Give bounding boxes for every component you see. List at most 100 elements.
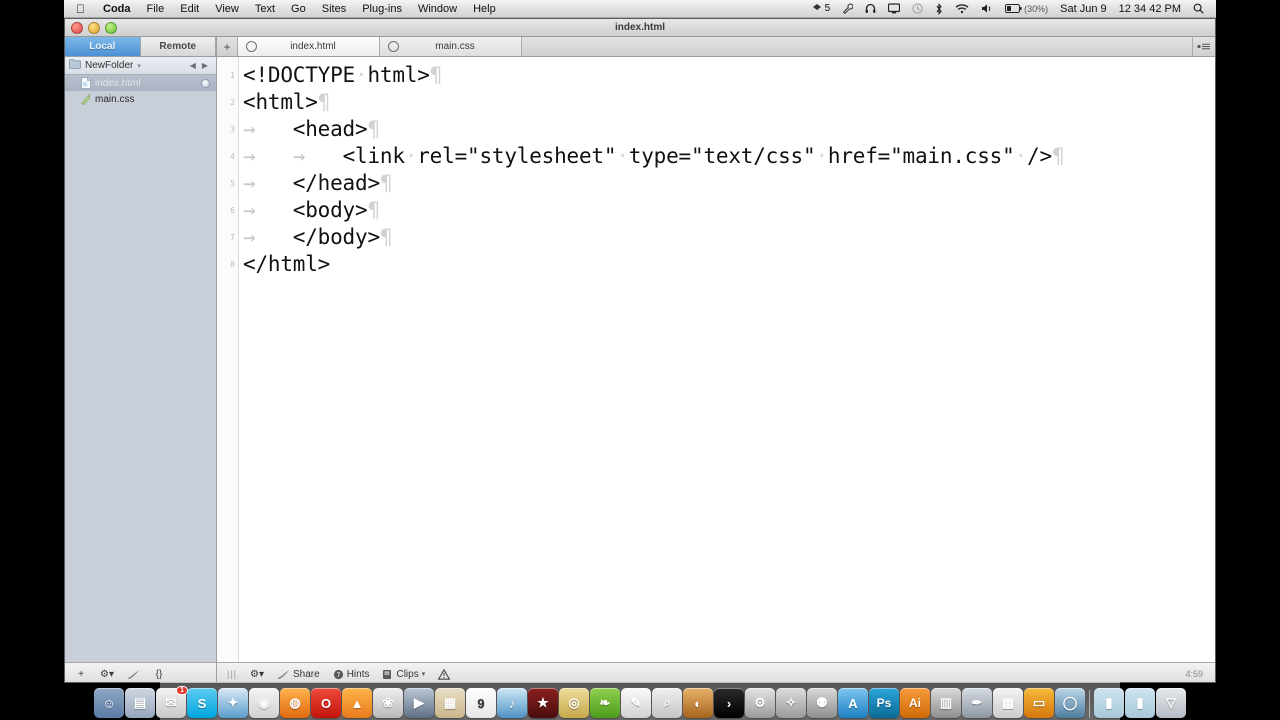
dock-item-imovie[interactable]: ★ [528, 688, 558, 718]
close-tab-icon[interactable] [246, 41, 257, 52]
dock-item-finder[interactable]: ☺ [94, 688, 124, 718]
code-text-area[interactable]: <!DOCTYPE·html>¶ <html>¶ → <head>¶ → → <lin… [239, 57, 1215, 662]
dock-item-downloads-stack[interactable]: ▮ [1125, 688, 1155, 718]
display-icon[interactable] [882, 3, 906, 14]
dock-item-app-store[interactable]: A [838, 688, 868, 718]
headphones-icon[interactable] [859, 3, 882, 14]
dock-item-launchpad[interactable]: ▤ [125, 688, 155, 718]
dock-item-dvd-player[interactable]: ◎ [559, 688, 589, 718]
dropbox-status-icon[interactable]: 5 [806, 3, 837, 14]
window-title: index.html [614, 22, 665, 33]
code-editor[interactable]: 1 2 3 4 5 6 7 8 <!DOCTYPE·html>¶ <html>¶ →… [217, 57, 1215, 662]
volume-icon[interactable] [975, 3, 999, 14]
dock-item-vlc[interactable]: ▲ [342, 688, 372, 718]
editor-tab-index-html[interactable]: index.html [238, 37, 380, 56]
menubar-date[interactable]: Sat Jun 9 [1054, 3, 1112, 15]
share-button[interactable]: Share [271, 666, 326, 682]
editor-tab-main-css[interactable]: main.css [380, 37, 522, 56]
sidebar-tab-local[interactable]: Local [65, 37, 141, 56]
dock-item-glyph: ▩ [1001, 695, 1015, 710]
close-tab-icon[interactable] [388, 41, 399, 52]
menu-item-sites[interactable]: Sites [314, 3, 354, 15]
line-number: 5 [230, 179, 235, 188]
code-line: <html>¶ [243, 90, 331, 114]
menu-item-plugins[interactable]: Plug-ins [354, 3, 410, 15]
dock-separator [1089, 690, 1090, 718]
dock-item-glyph: ☺ [102, 695, 116, 711]
dock-item-skype[interactable]: S [187, 688, 217, 718]
menu-item-coda[interactable]: Coda [95, 3, 139, 15]
panel-toggle-icon[interactable] [1192, 37, 1215, 56]
dock-item-preview[interactable]: ⌕ [652, 688, 682, 718]
split-handle[interactable]: ||| [221, 669, 243, 679]
dock-item-glyph: ⚙ [754, 695, 766, 710]
code-braces-button[interactable]: {} [147, 666, 171, 682]
dock-item-documents-stack[interactable]: ▮ [1094, 688, 1124, 718]
tab-marker-icon: → [243, 144, 293, 168]
dock-item-numbers[interactable]: ▩ [993, 688, 1023, 718]
menu-item-view[interactable]: View [207, 3, 247, 15]
dock-item-textedit[interactable]: ✎ [621, 688, 651, 718]
add-file-button[interactable]: + [69, 666, 93, 682]
menu-item-edit[interactable]: Edit [172, 3, 207, 15]
dock-item-contacts[interactable]: ▦ [435, 688, 465, 718]
apple-menu-icon[interactable]:  [64, 3, 95, 15]
spotlight-search-icon[interactable] [1187, 3, 1210, 14]
clock-icon[interactable] [906, 3, 929, 14]
dock-item-dreamweaver[interactable]: ▥ [931, 688, 961, 718]
menu-item-go[interactable]: Go [283, 3, 314, 15]
menubar-time[interactable]: 12 34 42 PM [1113, 3, 1187, 15]
dock-item-glyph: ⌕ [663, 695, 671, 710]
dock-item-photoshop[interactable]: Ps [869, 688, 899, 718]
menu-item-text[interactable]: Text [247, 3, 283, 15]
wifi-icon[interactable] [949, 3, 975, 14]
dock-item-opera[interactable]: O [311, 688, 341, 718]
dock-item-keynote[interactable]: ▭ [1024, 688, 1054, 718]
warning-triangle-icon[interactable] [432, 666, 456, 682]
battery-icon[interactable]: (30%) [999, 4, 1054, 14]
dock-item-disk-utility[interactable]: ◯ [1055, 688, 1085, 718]
dock-item-terminal[interactable]: › [714, 688, 744, 718]
nav-back-button[interactable]: ◀ [190, 61, 196, 70]
menu-item-window[interactable]: Window [410, 3, 465, 15]
chevron-down-icon[interactable]: ▾ [422, 670, 426, 678]
chevron-down-icon[interactable]: ▾ [137, 62, 141, 70]
dock-item-photos[interactable]: ❀ [373, 688, 403, 718]
bluetooth-icon[interactable] [929, 2, 949, 15]
dock-item-xcode[interactable]: ✧ [776, 688, 806, 718]
hints-button[interactable]: ? Hints [327, 666, 376, 682]
window-title-bar[interactable]: index.html [65, 19, 1215, 37]
dock-item-firefox[interactable]: ◍ [280, 688, 310, 718]
sidebar-segmented-control: Local Remote [65, 37, 216, 57]
folder-name[interactable]: NewFolder [85, 60, 133, 71]
wrench-icon[interactable] [836, 3, 859, 14]
dock-item-itunes[interactable]: ♪ [497, 688, 527, 718]
file-list-item-index-html[interactable]: index.html [65, 75, 216, 91]
clips-button[interactable]: Clips ▾ [376, 666, 431, 682]
dock-item-facetime[interactable]: ▶ [404, 688, 434, 718]
sidebar-tab-remote[interactable]: Remote [140, 37, 216, 56]
dock-item-chrome[interactable]: ◉ [249, 688, 279, 718]
nav-forward-button[interactable]: ▶ [202, 61, 208, 70]
dock-item-photo-booth[interactable]: ◐ [683, 688, 713, 718]
dock-item-glyph: 9 [477, 695, 485, 711]
code-line: → → <link·rel="stylesheet"·type="text/cs… [243, 144, 1065, 168]
file-list-item-main-css[interactable]: main.css [65, 91, 216, 107]
dock-item-illustrator[interactable]: Ai [900, 688, 930, 718]
dock-item-mail[interactable]: ✉ 1 [156, 686, 188, 718]
line-number-gutter: 1 2 3 4 5 6 7 8 [217, 57, 239, 662]
new-tab-button[interactable]: + [217, 37, 238, 56]
dock-item-calendar[interactable]: 9 [466, 688, 496, 718]
dock-item-automator[interactable]: ⚉ [807, 688, 837, 718]
dock-item-trash[interactable]: ▽ [1156, 688, 1186, 718]
battery-percent: (30%) [1024, 3, 1049, 14]
menu-item-file[interactable]: File [139, 3, 173, 15]
dock-item-system-preferences[interactable]: ⚙ [745, 688, 775, 718]
dock-item-safari[interactable]: ✦ [218, 688, 248, 718]
action-gear-button[interactable]: ⚙▾ [95, 666, 119, 682]
status-gear-button[interactable]: ⚙▾ [244, 666, 270, 682]
dock-item-coda[interactable]: ✒ [962, 688, 992, 718]
publish-icon[interactable] [121, 666, 145, 682]
menu-item-help[interactable]: Help [465, 3, 504, 15]
dock-item-evernote[interactable]: ❧ [590, 688, 620, 718]
